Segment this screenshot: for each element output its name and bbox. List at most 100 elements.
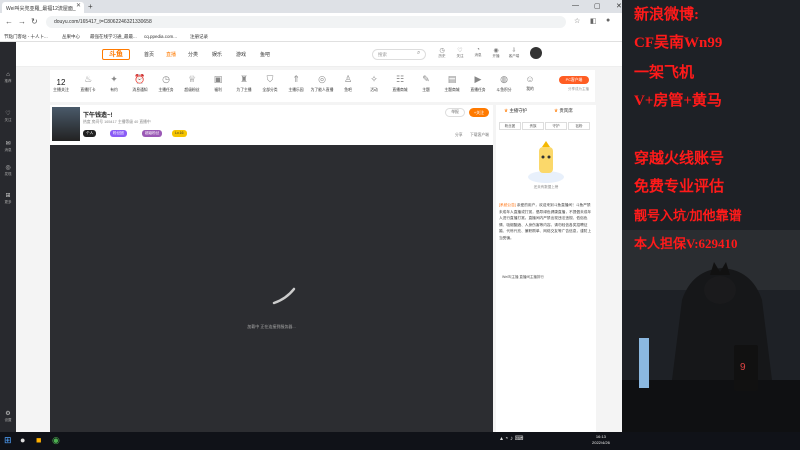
category-item[interactable]: ✎ 主题: [414, 74, 438, 93]
bookmark-item[interactable]: 丛果中心: [62, 34, 80, 40]
bookmark-item[interactable]: 最强在线学习通_最最...: [90, 34, 137, 40]
obs-icon[interactable]: ●: [20, 435, 25, 445]
maximize-icon[interactable]: ▢: [594, 2, 601, 10]
share-link[interactable]: 分享: [455, 133, 463, 138]
empty-ranking-caption: 还未有数据上榜: [533, 185, 559, 189]
category-item[interactable]: ▤ 主题商城: [440, 74, 464, 93]
back-icon[interactable]: ←: [5, 17, 13, 26]
category-item[interactable]: ⏰ 消息通知: [128, 74, 152, 93]
favorites-counter[interactable]: 12 主播关注: [50, 70, 72, 102]
tray-icons[interactable]: ▴ ◔ ♪ ⌨: [500, 435, 523, 442]
notice-text: 亲爱的用户，欢迎来到斗鱼直播间！斗鱼严禁未成年人直播或打赏，倡导绿色健康直播，不…: [499, 203, 592, 240]
reload-icon[interactable]: ↻: [31, 17, 38, 26]
active-tab[interactable]: Wei叫尖兜亚羅_最福12流屋面_: [2, 2, 84, 13]
nav-item-games[interactable]: 游戏: [236, 51, 246, 58]
category-item[interactable]: ✧ 活动: [362, 74, 386, 93]
subtab-diamond[interactable]: 钻粉: [568, 122, 590, 130]
category-label: 直播商城: [392, 88, 408, 92]
chrome-icon[interactable]: ◉: [52, 435, 60, 446]
download-client-link[interactable]: 下载客户端: [470, 133, 489, 138]
minimize-icon[interactable]: —: [572, 2, 579, 9]
follow-button[interactable]: ♡ 关注: [452, 47, 468, 59]
history-button[interactable]: ◷ 历史: [434, 47, 450, 59]
browser-window: Wei叫尖兜亚羅_最福12流屋面_ ✕ + — ▢ ✕ ← → ↻ douyu.…: [0, 0, 634, 432]
url-field[interactable]: douyu.com/165417_t=C8062246321330658: [46, 16, 566, 28]
pc-client-subtitle: 分享成为主播: [568, 87, 589, 91]
nav-item-home[interactable]: 首页: [144, 51, 154, 58]
category-item[interactable]: ▶ 直播任务: [466, 74, 490, 93]
star-icon[interactable]: ☆: [574, 17, 580, 25]
category-item[interactable]: ▣ 福利: [206, 74, 230, 93]
edit-icon: ✎: [422, 74, 430, 84]
nav-item-yuba[interactable]: 鱼吧: [260, 51, 270, 58]
subtab-guard[interactable]: 守护: [545, 122, 567, 130]
tab-title: Wei叫尖兜亚羅_最福12流屋面_: [6, 6, 76, 12]
profile-icon[interactable]: ●: [606, 17, 610, 24]
subtab-noble[interactable]: 贵族: [522, 122, 544, 130]
pc-client-button[interactable]: PC客户端: [559, 76, 589, 84]
gear-icon: ⚙: [5, 411, 11, 417]
category-item[interactable]: ⛉ 全部分类: [258, 74, 282, 93]
category-item[interactable]: ♙ 鱼吧: [336, 74, 360, 93]
user-avatar[interactable]: [530, 47, 542, 59]
close-tab-icon[interactable]: ✕: [76, 2, 81, 9]
search-icon[interactable]: ⌕: [417, 50, 420, 57]
new-tab-icon[interactable]: +: [88, 2, 93, 11]
tab-vip[interactable]: ♛ 贵宾席: [554, 108, 573, 114]
sidebar-item-message[interactable]: ✉ 消息: [0, 140, 16, 153]
game-icon[interactable]: ■: [36, 435, 41, 445]
windows-start-icon[interactable]: ⊞: [4, 435, 12, 446]
report-button[interactable]: 举报: [445, 108, 465, 117]
ranking-link[interactable]: Wei叫主播 直播间主播排行: [502, 275, 544, 280]
streamer-avatar[interactable]: [52, 107, 80, 141]
trophy-icon: ♜: [239, 74, 249, 84]
category-item[interactable]: ♕ 超级粉丝: [180, 74, 204, 93]
category-item[interactable]: ♜ 为了主播: [232, 74, 256, 93]
broadcast-button[interactable]: ◉ 开播: [488, 47, 504, 59]
extension-icon[interactable]: ◧: [590, 17, 597, 25]
category-item[interactable]: ◍ 斗鱼积分: [492, 74, 516, 93]
nav-item-category[interactable]: 分类: [188, 51, 198, 58]
overlay-line: 免费专业评估: [634, 179, 725, 195]
bookmark-item[interactable]: 注册记录: [190, 34, 208, 40]
left-sidebar: ⌂ 推荐 ♡ 关注 ✉ 消息 ◎ 发现 ⊞ 更多 ⚙ 设置: [0, 42, 16, 432]
system-clock[interactable]: 16:13 2022/4/26: [592, 434, 610, 446]
sidebar-item-recommend[interactable]: ⌂ 推荐: [0, 72, 16, 84]
follow-streamer-button[interactable]: +关注: [469, 108, 489, 117]
nav-item-live[interactable]: 直播: [166, 51, 176, 58]
tab-bar: Wei叫尖兜亚羅_最福12流屋面_ ✕ + — ▢ ✕: [0, 0, 634, 13]
badge-personal[interactable]: 个人: [83, 130, 97, 137]
bag-icon: ▤: [447, 74, 457, 84]
badge-superfan[interactable]: 超级粉丝: [142, 130, 163, 137]
nav-item-entertainment[interactable]: 娱乐: [212, 51, 222, 58]
category-item[interactable]: ☺ 我的: [518, 74, 542, 92]
category-item[interactable]: ◎ 为了能人直播: [310, 74, 334, 93]
video-icon: ▶: [474, 74, 482, 84]
globe-icon: ◎: [5, 165, 11, 171]
sidebar-item-discover[interactable]: ◎ 发现: [0, 164, 16, 177]
message-icon: ✉: [5, 141, 11, 147]
bookmark-item[interactable]: cq.ppedia.com...: [144, 34, 177, 39]
sidebar-item-settings[interactable]: ⚙ 设置: [0, 410, 16, 423]
category-item[interactable]: ♨ 直播打卡: [76, 74, 100, 93]
window-close-icon[interactable]: ✕: [616, 2, 622, 10]
client-download-button[interactable]: ⇩ 客户端: [506, 47, 522, 59]
message-button[interactable]: ◔ 消息: [470, 47, 486, 58]
forward-icon[interactable]: →: [18, 17, 26, 26]
sidebar-item-more[interactable]: ⊞ 更多: [0, 192, 16, 205]
mascot-illustration: [528, 141, 564, 183]
bookmark-item[interactable]: 节點门客站 - 十人卜...: [4, 34, 48, 40]
video-player[interactable]: 加载中 正在连接到服务器...: [50, 145, 493, 432]
category-label: 主题: [422, 88, 430, 92]
user-icon: ☺: [525, 74, 535, 84]
tab-guard[interactable]: ♛ 主播守护: [504, 108, 527, 114]
category-label: 直播任务: [470, 88, 486, 92]
category-item[interactable]: ✦ 有约: [102, 74, 126, 93]
category-item[interactable]: ☷ 直播商城: [388, 74, 412, 93]
badge-fans[interactable]: 粉丝团: [110, 130, 127, 137]
category-item[interactable]: ⇑ 主播乐园: [284, 74, 308, 93]
category-item[interactable]: ◷ 主播任务: [154, 74, 178, 93]
subtab-fans[interactable]: 粉丝团: [499, 122, 521, 130]
site-logo[interactable]: 斗鱼: [102, 49, 130, 60]
sidebar-item-follow[interactable]: ♡ 关注: [0, 110, 16, 123]
